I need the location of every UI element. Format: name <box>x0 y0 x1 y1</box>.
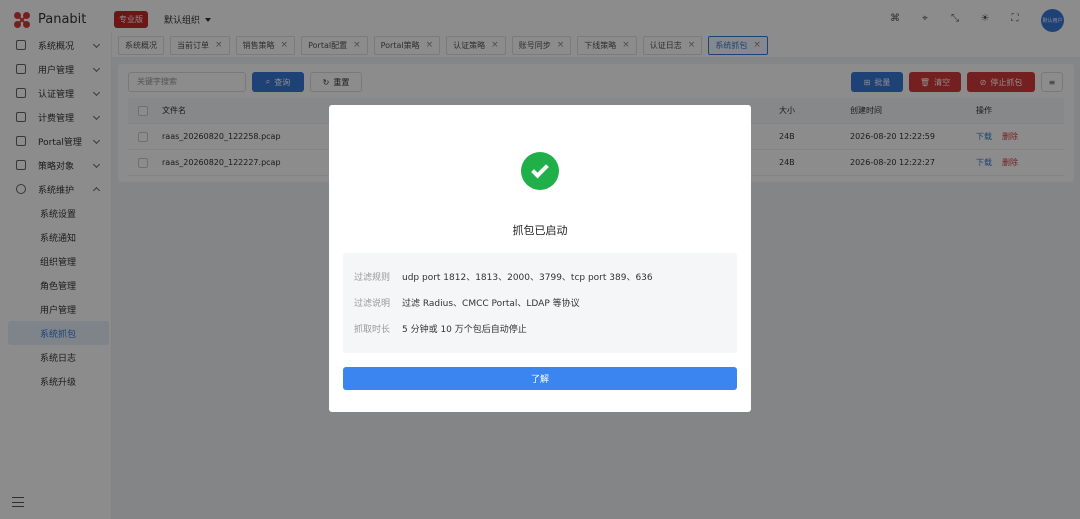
acknowledge-button[interactable]: 了解 <box>343 367 737 390</box>
info-value: 5 分钟或 10 万个包后自动停止 <box>402 325 527 335</box>
dialog-title: 抓包已启动 <box>512 224 568 237</box>
capture-info-box: 过滤规则 udp port 1812、1813、2000、3799、tcp po… <box>343 253 737 353</box>
info-label: 抓取时长 <box>354 325 391 335</box>
info-row-duration: 抓取时长 5 分钟或 10 万个包后自动停止 <box>354 322 527 335</box>
info-label: 过滤规则 <box>354 273 391 283</box>
info-row-filter-desc: 过滤说明 过滤 Radius、CMCC Portal、LDAP 等协议 <box>354 296 580 309</box>
info-value: 过滤 Radius、CMCC Portal、LDAP 等协议 <box>402 299 580 309</box>
info-label: 过滤说明 <box>354 299 391 309</box>
info-row-filter-rule: 过滤规则 udp port 1812、1813、2000、3799、tcp po… <box>354 270 653 283</box>
success-check-icon <box>521 152 559 190</box>
capture-started-dialog: 抓包已启动 过滤规则 udp port 1812、1813、2000、3799、… <box>329 105 751 412</box>
info-value: udp port 1812、1813、2000、3799、tcp port 38… <box>402 273 653 283</box>
